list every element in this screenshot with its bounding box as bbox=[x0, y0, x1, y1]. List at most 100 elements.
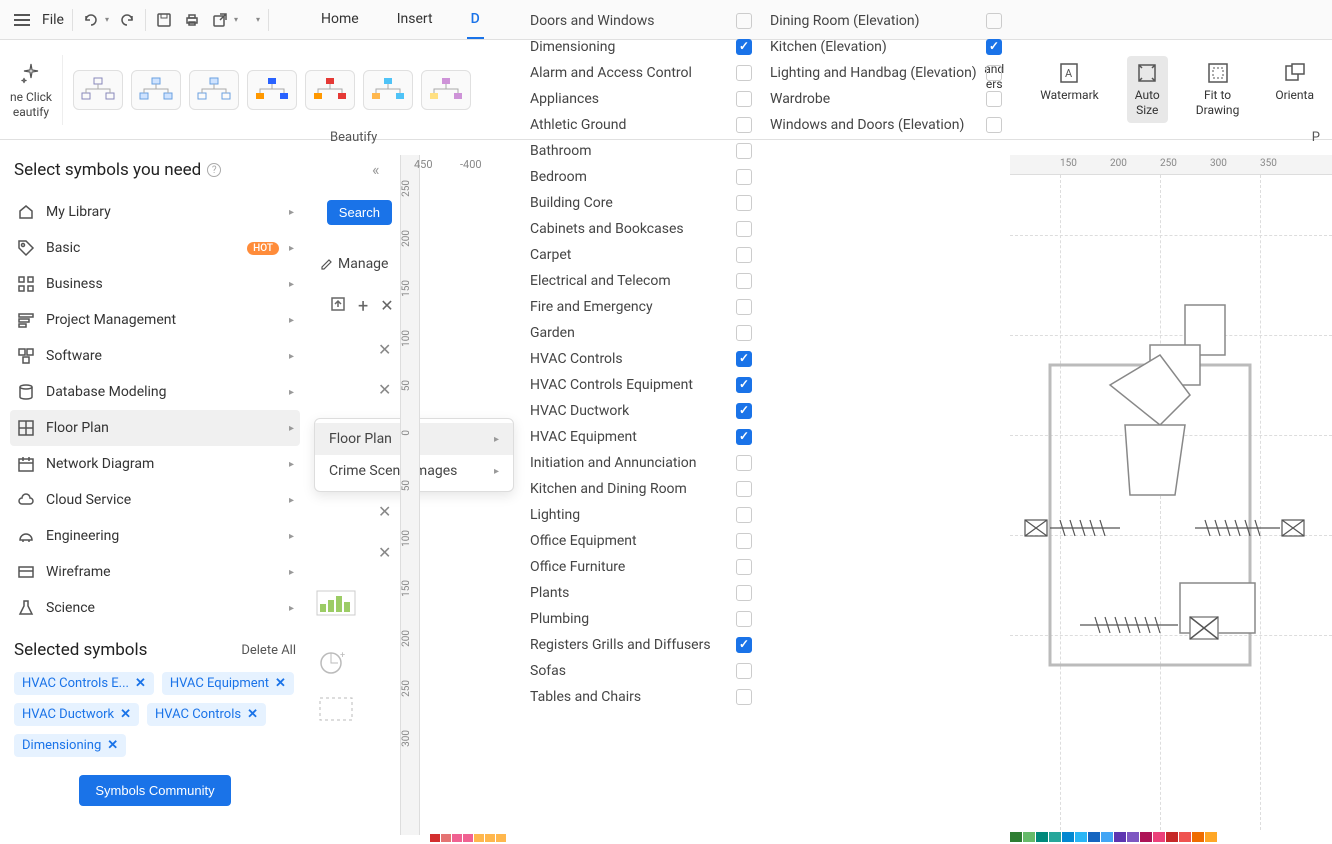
search-button[interactable]: Search bbox=[327, 200, 392, 225]
checklist-item[interactable]: Lighting and Handbag (Elevation) bbox=[760, 60, 1010, 86]
color-swatch[interactable] bbox=[1140, 832, 1152, 842]
remove-tag-icon[interactable]: ✕ bbox=[247, 707, 258, 722]
one-click-beautify-button[interactable]: ne Click eautify bbox=[10, 60, 52, 119]
library-category-network-diagram[interactable]: Network Diagram ▸ bbox=[10, 446, 300, 482]
tab-design[interactable]: D bbox=[467, 1, 484, 39]
checkbox[interactable] bbox=[736, 221, 752, 237]
checkbox[interactable] bbox=[736, 39, 752, 55]
beautify-preset-7[interactable] bbox=[421, 70, 471, 110]
checkbox[interactable] bbox=[736, 143, 752, 159]
color-swatch[interactable] bbox=[430, 834, 440, 842]
checkbox[interactable] bbox=[986, 13, 1002, 29]
collapse-panel-icon[interactable]: « bbox=[372, 160, 380, 179]
color-swatch[interactable] bbox=[452, 834, 462, 842]
checkbox[interactable] bbox=[736, 663, 752, 679]
export-dropdown-caret-icon[interactable]: ▾ bbox=[234, 15, 238, 24]
color-swatch[interactable] bbox=[1192, 832, 1204, 842]
beautify-preset-2[interactable] bbox=[131, 70, 181, 110]
color-swatch[interactable] bbox=[1075, 832, 1087, 842]
manage-button[interactable]: Manage bbox=[320, 256, 388, 272]
checklist-item[interactable]: Kitchen and Dining Room bbox=[520, 476, 760, 502]
fit-to-drawing-button[interactable]: Fit to Drawing bbox=[1188, 56, 1248, 123]
library-category-project-management[interactable]: Project Management ▸ bbox=[10, 302, 300, 338]
color-swatch[interactable] bbox=[474, 834, 484, 842]
remove-tag-icon[interactable]: ✕ bbox=[120, 707, 131, 722]
color-swatch[interactable] bbox=[1101, 832, 1113, 842]
color-swatch[interactable] bbox=[1205, 832, 1217, 842]
color-swatch[interactable] bbox=[496, 834, 506, 842]
checkbox[interactable] bbox=[736, 169, 752, 185]
save-icon[interactable] bbox=[154, 10, 174, 30]
checklist-item[interactable]: Wardrobe bbox=[760, 86, 1010, 112]
library-category-business[interactable]: Business ▸ bbox=[10, 266, 300, 302]
checklist-item[interactable]: Windows and Doors (Elevation) bbox=[760, 112, 1010, 138]
checklist-item[interactable]: Garden bbox=[520, 320, 760, 346]
checklist-item[interactable]: HVAC Ductwork bbox=[520, 398, 760, 424]
checklist-item[interactable]: Plumbing bbox=[520, 606, 760, 632]
checkbox[interactable] bbox=[736, 351, 752, 367]
library-category-database-modeling[interactable]: Database Modeling ▸ bbox=[10, 374, 300, 410]
close-icon[interactable]: ✕ bbox=[380, 296, 393, 317]
delete-all-button[interactable]: Delete All bbox=[241, 643, 296, 658]
checkbox[interactable] bbox=[986, 65, 1002, 81]
print-icon[interactable] bbox=[182, 10, 202, 30]
checkbox[interactable] bbox=[736, 481, 752, 497]
close-row-icon[interactable]: ✕ bbox=[378, 502, 391, 521]
checklist-item[interactable]: HVAC Equipment bbox=[520, 424, 760, 450]
undo-dropdown-caret-icon[interactable]: ▾ bbox=[105, 15, 109, 24]
remove-tag-icon[interactable]: ✕ bbox=[275, 676, 286, 691]
library-category-engineering[interactable]: Engineering ▸ bbox=[10, 518, 300, 554]
checkbox[interactable] bbox=[736, 403, 752, 419]
color-swatch[interactable] bbox=[1088, 832, 1100, 842]
checkbox[interactable] bbox=[736, 273, 752, 289]
color-swatch[interactable] bbox=[1023, 832, 1035, 842]
checkbox[interactable] bbox=[736, 429, 752, 445]
symbol-thumb[interactable]: + bbox=[316, 648, 346, 678]
auto-size-button[interactable]: Auto Size bbox=[1127, 56, 1168, 123]
color-swatch[interactable] bbox=[485, 834, 495, 842]
beautify-preset-4[interactable] bbox=[247, 70, 297, 110]
redo-icon[interactable] bbox=[117, 10, 137, 30]
add-icon[interactable]: + bbox=[358, 296, 368, 317]
checkbox[interactable] bbox=[736, 585, 752, 601]
checkbox[interactable] bbox=[736, 377, 752, 393]
checklist-item[interactable]: Carpet bbox=[520, 242, 760, 268]
color-swatch[interactable] bbox=[1114, 832, 1126, 842]
color-swatch[interactable] bbox=[1127, 832, 1139, 842]
color-swatch[interactable] bbox=[1153, 832, 1165, 842]
checkbox[interactable] bbox=[736, 13, 752, 29]
checklist-item[interactable]: Bathroom bbox=[520, 138, 760, 164]
symbols-community-button[interactable]: Symbols Community bbox=[79, 775, 230, 806]
tab-insert[interactable]: Insert bbox=[393, 1, 437, 39]
checkbox[interactable] bbox=[736, 325, 752, 341]
tab-home[interactable]: Home bbox=[317, 1, 363, 39]
symbol-thumb[interactable] bbox=[316, 590, 356, 616]
checklist-item[interactable]: Tables and Chairs bbox=[520, 684, 760, 710]
checklist-item[interactable]: Cabinets and Bookcases bbox=[520, 216, 760, 242]
hamburger-menu-icon[interactable] bbox=[10, 10, 34, 30]
orientation-button[interactable]: Orienta bbox=[1267, 56, 1322, 123]
checkbox[interactable] bbox=[986, 91, 1002, 107]
checkbox[interactable] bbox=[736, 65, 752, 81]
color-swatch[interactable] bbox=[463, 834, 473, 842]
symbol-thumb-placeholder[interactable] bbox=[316, 694, 356, 724]
beautify-preset-6[interactable] bbox=[363, 70, 413, 110]
library-category-science[interactable]: Science ▸ bbox=[10, 590, 300, 626]
color-swatch[interactable] bbox=[1179, 832, 1191, 842]
import-icon[interactable] bbox=[330, 296, 346, 317]
close-row-icon[interactable]: ✕ bbox=[378, 340, 391, 359]
checkbox[interactable] bbox=[736, 507, 752, 523]
checklist-item[interactable]: Electrical and Telecom bbox=[520, 268, 760, 294]
watermark-button[interactable]: A Watermark bbox=[1032, 56, 1107, 123]
checkbox[interactable] bbox=[736, 247, 752, 263]
checklist-item[interactable]: Alarm and Access Control bbox=[520, 60, 760, 86]
checkbox[interactable] bbox=[736, 559, 752, 575]
checkbox[interactable] bbox=[736, 455, 752, 471]
close-row-icon[interactable]: ✕ bbox=[378, 543, 391, 562]
checklist-item[interactable]: Registers Grills and Diffusers bbox=[520, 632, 760, 658]
remove-tag-icon[interactable]: ✕ bbox=[135, 676, 146, 691]
library-category-my-library[interactable]: My Library ▸ bbox=[10, 194, 300, 230]
library-category-wireframe[interactable]: Wireframe ▸ bbox=[10, 554, 300, 590]
export-icon[interactable] bbox=[210, 10, 230, 30]
library-category-basic[interactable]: Basic HOT ▸ bbox=[10, 230, 300, 266]
